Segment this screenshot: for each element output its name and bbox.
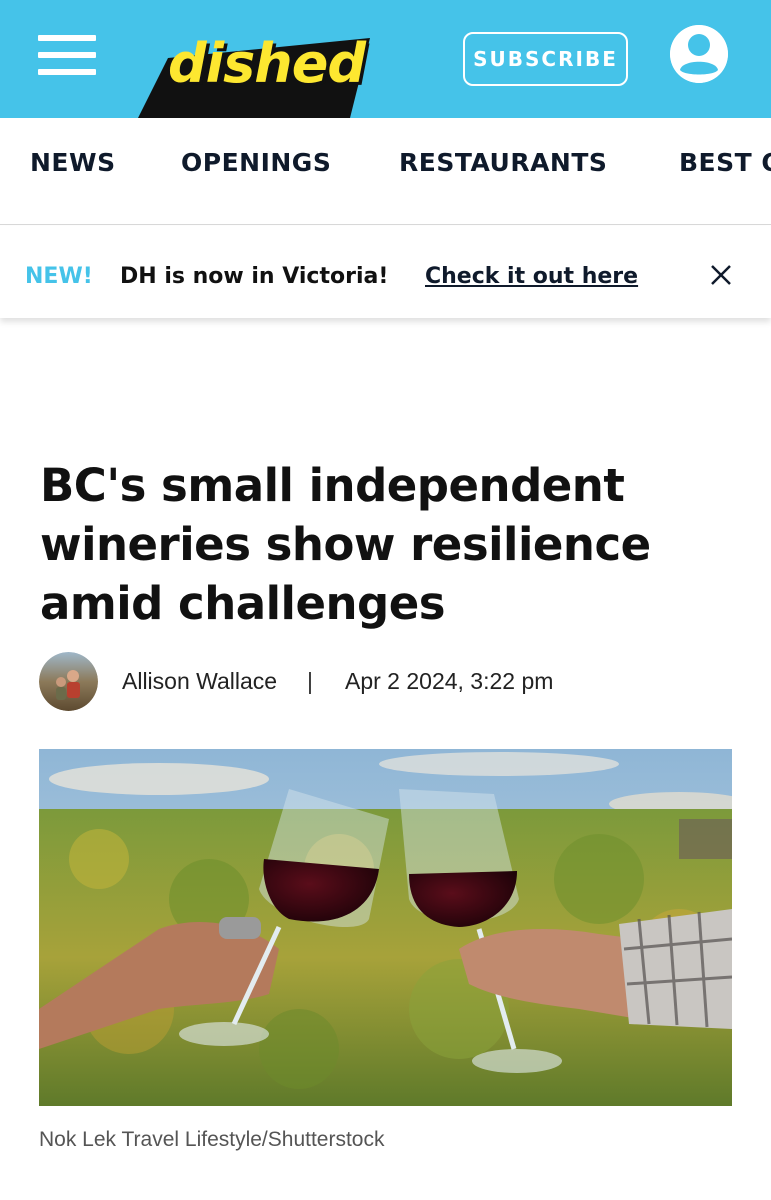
byline-separator: | — [307, 668, 313, 694]
site-header: dished SUBSCRIBE — [0, 0, 771, 118]
author-avatar[interactable] — [39, 652, 98, 711]
nav-item-best-of[interactable]: BEST O — [679, 148, 771, 177]
user-account-icon[interactable] — [670, 25, 728, 83]
hamburger-menu-icon[interactable] — [38, 33, 96, 77]
publish-date: Apr 2 2024, 3:22 pm — [345, 668, 554, 694]
banner-message: DH is now in Victoria! — [120, 264, 389, 289]
nav-item-restaurants[interactable]: RESTAURANTS — [399, 148, 607, 177]
logo-text: dished — [168, 32, 366, 95]
nav-item-openings[interactable]: OPENINGS — [181, 148, 331, 177]
new-badge: NEW! — [25, 264, 93, 289]
announcement-banner: NEW! DH is now in Victoria! Check it out… — [0, 226, 771, 318]
nav-item-news[interactable]: NEWS — [30, 148, 116, 177]
banner-link[interactable]: Check it out here — [425, 264, 638, 289]
site-logo[interactable]: dished — [138, 28, 370, 118]
close-icon[interactable] — [708, 262, 734, 288]
hero-image — [39, 749, 732, 1106]
image-credit: Nok Lek Travel Lifestyle/Shutterstock — [39, 1128, 385, 1151]
author-name[interactable]: Allison Wallace — [122, 668, 277, 695]
article-title: BC's small independent wineries show res… — [40, 459, 651, 630]
category-nav: NEWS OPENINGS RESTAURANTS BEST O — [0, 118, 771, 225]
subscribe-button[interactable]: SUBSCRIBE — [463, 32, 628, 86]
